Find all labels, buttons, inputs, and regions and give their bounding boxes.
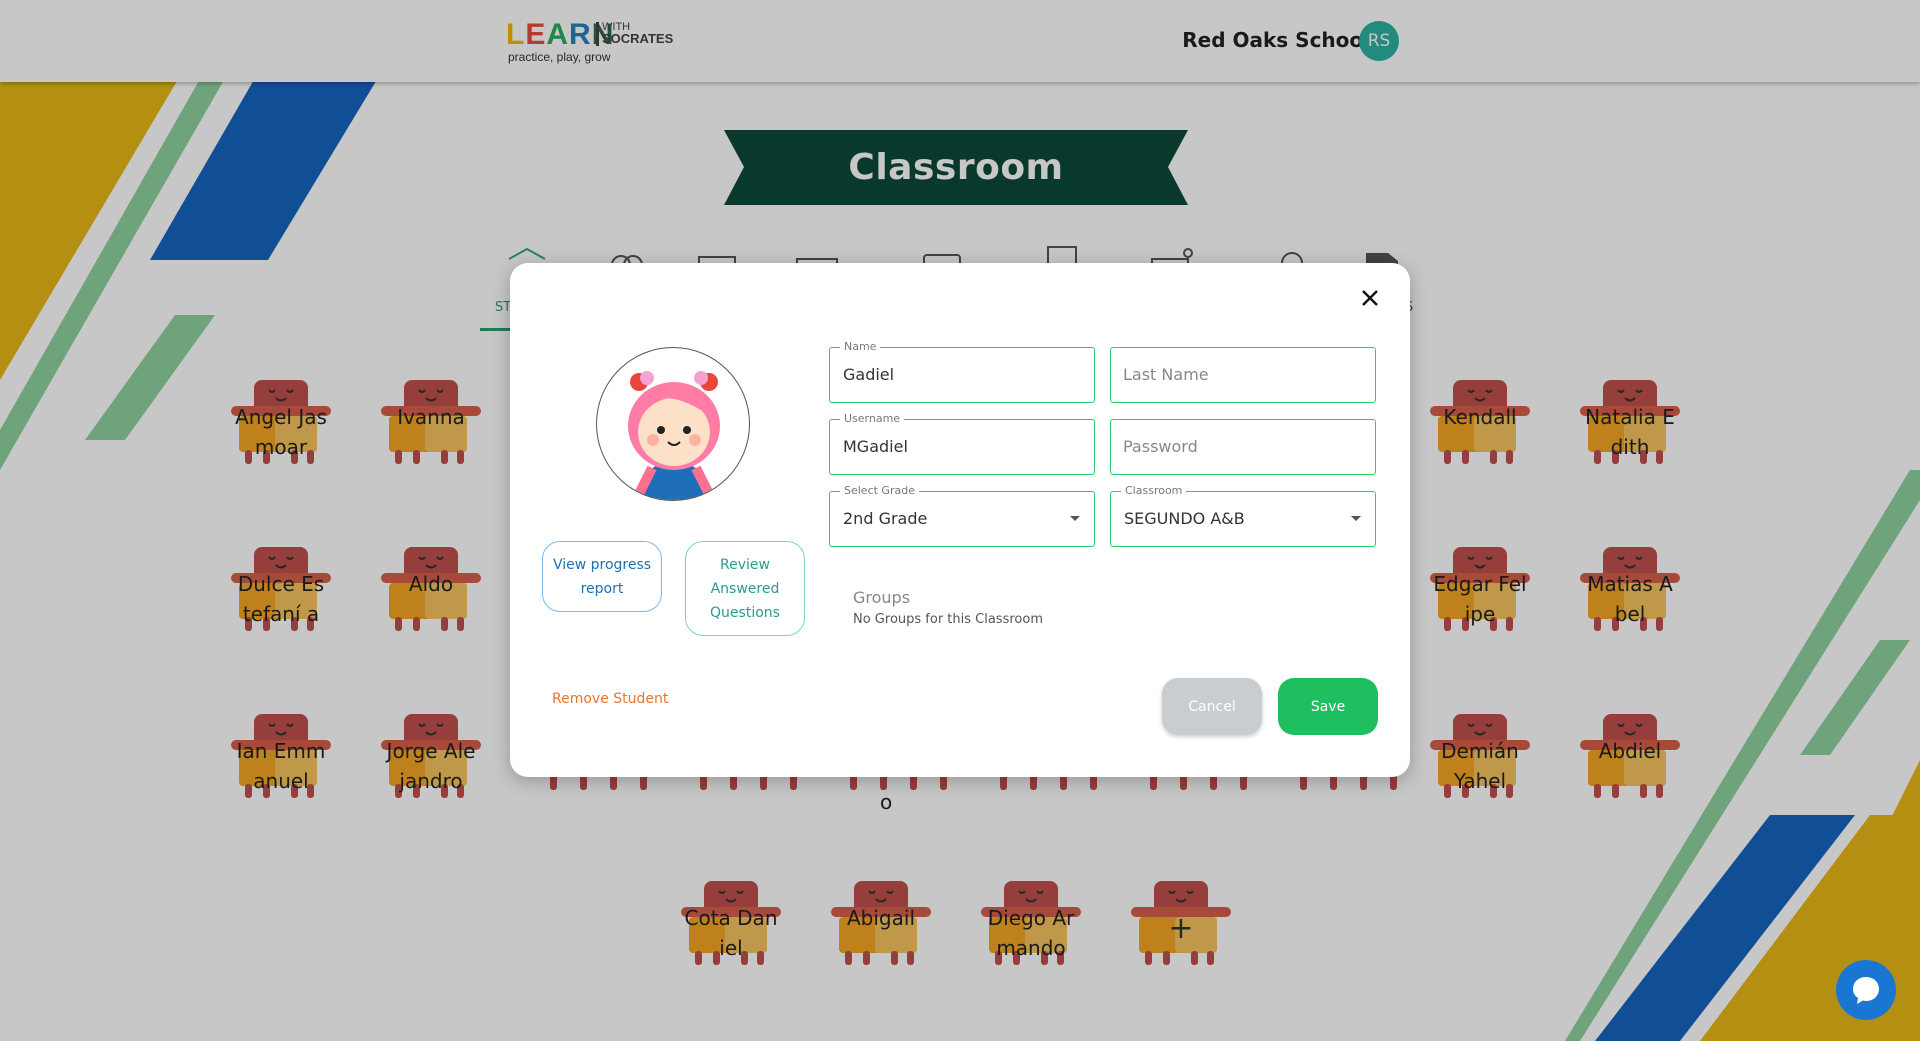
last-name-input[interactable]: [1123, 348, 1353, 401]
review-answered-questions-button[interactable]: Review Answered Questions: [685, 541, 805, 636]
chat-button[interactable]: [1836, 960, 1896, 1020]
password-field[interactable]: [1110, 419, 1376, 475]
username-field[interactable]: Username MGadiel: [829, 412, 1095, 475]
chevron-down-icon[interactable]: [1070, 516, 1080, 521]
chat-icon: [1853, 977, 1879, 1004]
remove-student-link[interactable]: Remove Student: [552, 691, 668, 707]
close-button[interactable]: [1352, 281, 1388, 317]
classroom-value[interactable]: SEGUNDO A&B: [1124, 492, 1245, 545]
grade-select[interactable]: Select Grade 2nd Grade: [829, 484, 1095, 547]
name-value[interactable]: Gadiel: [843, 348, 894, 401]
grade-value[interactable]: 2nd Grade: [843, 492, 927, 545]
edit-student-modal: View progress report Review Answered Que…: [510, 263, 1410, 777]
girl-avatar-icon: [628, 371, 720, 500]
student-avatar[interactable]: [596, 347, 750, 501]
chevron-down-icon[interactable]: [1351, 516, 1361, 521]
close-icon: [1362, 289, 1378, 306]
groups-heading: Groups: [853, 588, 911, 607]
groups-empty-message: No Groups for this Classroom: [853, 612, 1043, 627]
view-progress-report-button[interactable]: View progress report: [542, 541, 662, 612]
username-value[interactable]: MGadiel: [843, 420, 908, 473]
save-button[interactable]: Save: [1278, 678, 1378, 735]
cancel-button[interactable]: Cancel: [1162, 678, 1262, 735]
last-name-field[interactable]: [1110, 347, 1376, 403]
classroom-select[interactable]: Classroom SEGUNDO A&B: [1110, 484, 1376, 547]
password-input[interactable]: [1123, 420, 1353, 473]
name-field[interactable]: Name Gadiel: [829, 340, 1095, 403]
